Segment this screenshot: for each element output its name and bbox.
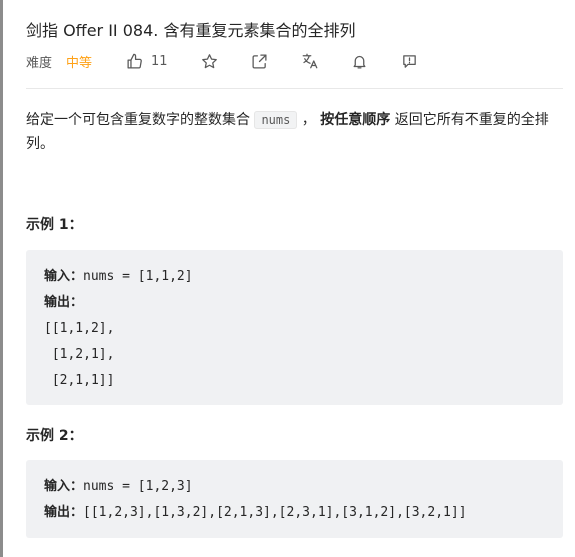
like-count: 11 — [151, 53, 168, 69]
like-button[interactable]: 11 — [126, 53, 168, 70]
header-divider — [26, 88, 563, 89]
problem-title: 剑指 Offer II 084. 含有重复元素集合的全排列 — [26, 21, 356, 40]
example-1-output-line-3: [2,1,1]] — [44, 373, 115, 388]
example-2-output-value: [[1,2,3],[1,3,2],[2,1,3],[2,3,1],[3,1,2]… — [83, 505, 467, 520]
feedback-icon — [403, 54, 416, 68]
example-2-input-line: 输入：nums = [1,2,3] — [44, 474, 545, 500]
panel-edge — [0, 0, 3, 557]
example-1-input-line: 输入：nums = [1,1,2] — [44, 264, 545, 290]
bell-icon — [353, 55, 366, 69]
translate-button[interactable] — [300, 51, 320, 71]
example-1-output-line-2: [1,2,1], — [44, 347, 115, 362]
example-1-block: 输入：nums = [1,1,2] 输出： [[1,1,2], [1,2,1],… — [26, 250, 563, 405]
problem-meta-bar: 难度 中等 11 — [26, 50, 563, 72]
problem-statement: 给定一个可包含重复数字的整数集合 nums ， 按任意顺序 返回它所有不重复的全… — [26, 108, 563, 156]
example-1-output-label: 输出： — [44, 295, 84, 310]
difficulty-label: 难度 — [26, 55, 53, 71]
example-2-input-label: 输入： — [44, 479, 84, 494]
translate-icon — [302, 53, 317, 69]
favorite-button[interactable] — [200, 51, 220, 71]
example-1-title: 示例 1： — [26, 217, 83, 233]
example-1-output-line-1: [[1,1,2], — [44, 321, 115, 336]
example-1-input-value: nums = [1,1,2] — [83, 269, 193, 284]
thumbs-up-icon — [127, 53, 142, 69]
star-icon — [202, 53, 217, 68]
difficulty-badge: 中等 — [66, 55, 93, 71]
example-2-title: 示例 2： — [26, 428, 83, 444]
feedback-button[interactable] — [400, 51, 420, 71]
statement-text-2: ， — [297, 112, 321, 128]
inline-code-nums: nums — [254, 111, 298, 129]
statement-bold: 按任意顺序 — [320, 112, 391, 128]
example-2-block: 输入：nums = [1,2,3] 输出：[[1,2,3],[1,3,2],[2… — [26, 460, 563, 538]
statement-text-1: 给定一个可包含重复数字的整数集合 — [26, 112, 255, 128]
example-2-output-line: 输出：[[1,2,3],[1,3,2],[2,1,3],[2,3,1],[3,1… — [44, 500, 545, 526]
example-1-input-label: 输入： — [44, 269, 84, 284]
example-2-input-value: nums = [1,2,3] — [83, 479, 193, 494]
example-2-output-label: 输出： — [44, 505, 84, 520]
share-button[interactable] — [250, 51, 270, 71]
notification-button[interactable] — [350, 51, 370, 71]
share-icon — [252, 53, 267, 69]
